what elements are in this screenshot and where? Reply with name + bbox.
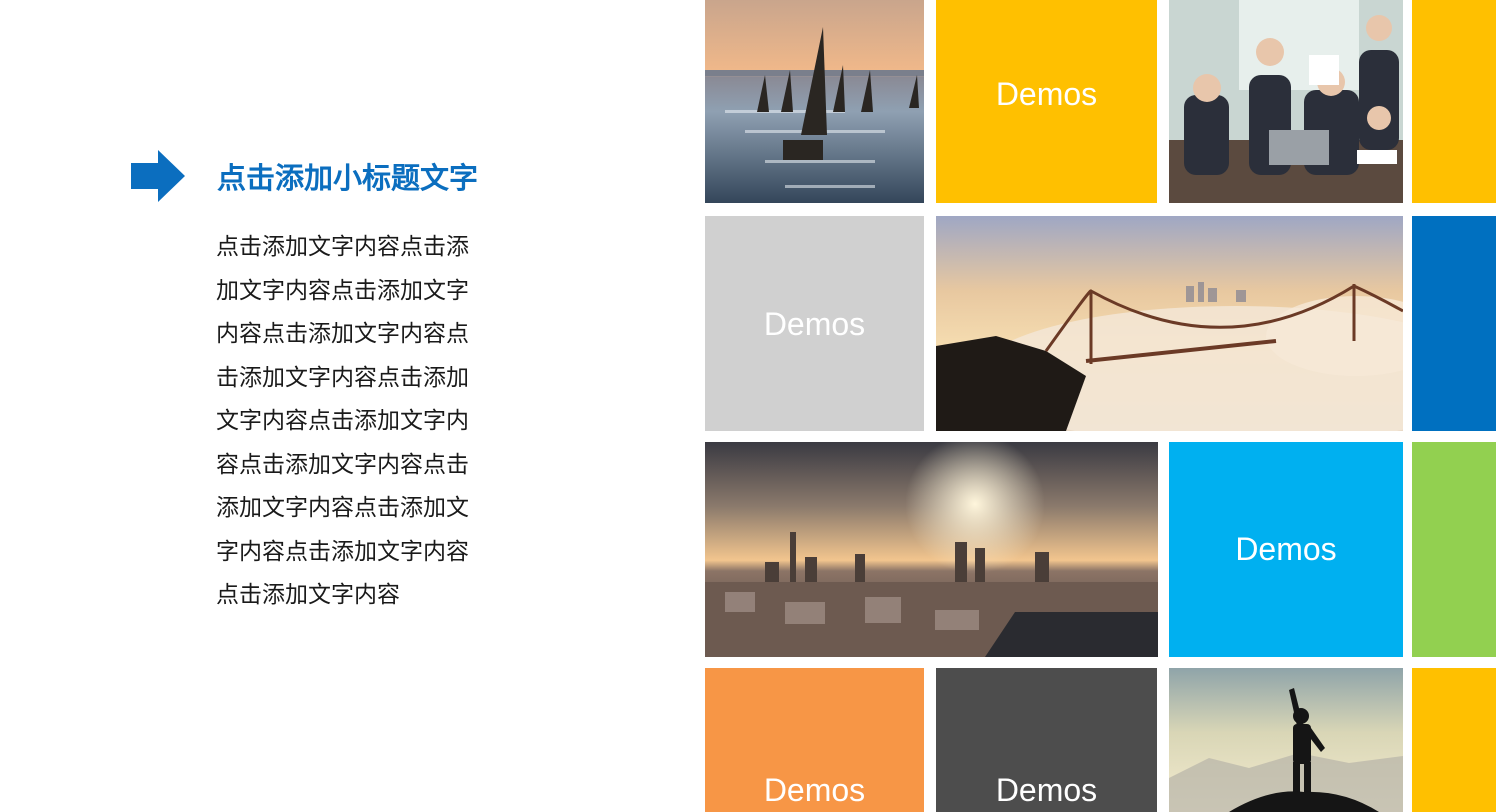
body-line: 加文字内容点击添加文字: [216, 277, 469, 304]
demos-tile-yellow[interactable]: Demos: [936, 0, 1157, 203]
yellow-edge-tile: [1412, 0, 1496, 203]
bridge-in-clouds-photo: [936, 216, 1403, 431]
green-edge-tile: [1412, 442, 1496, 657]
tile-label: Demos: [995, 772, 1098, 808]
tile-label: Demos: [763, 772, 866, 808]
subtitle: 点击添加小标题文字: [217, 161, 479, 195]
tile-label: Demos: [763, 306, 866, 342]
body-line: 内容点击添加文字内容点: [216, 321, 469, 347]
city-skyline-sunset-photo: [705, 442, 1158, 657]
tile-label: Demos: [995, 76, 1098, 112]
sailboats-photo: [705, 0, 924, 203]
body-text: 点击添加文字内容点击添 加文字内容点击添加文字 内容点击添加文字内容点 击添加文…: [216, 226, 488, 618]
body-line: 点击添加文字内容: [216, 582, 400, 608]
yellow-edge-tile-bottom: [1412, 668, 1496, 812]
body-line: 点击添加文字内容点击添: [216, 234, 469, 260]
demos-tile-blue[interactable]: Demos: [1169, 442, 1403, 657]
demos-tile-dark[interactable]: Demos: [936, 668, 1157, 812]
blue-edge-tile: [1412, 216, 1496, 431]
arrow-right-icon: [131, 150, 185, 202]
body-line: 文字内容点击添加文字内: [216, 408, 469, 434]
business-meeting-photo: [1169, 0, 1403, 203]
body-line: 字内容点击添加文字内容: [216, 538, 469, 565]
body-line: 添加文字内容点击添加文: [216, 495, 469, 521]
demos-tile-gray[interactable]: Demos: [705, 216, 924, 431]
body-line: 容点击添加文字内容点击: [216, 451, 469, 478]
demos-tile-orange[interactable]: Demos: [705, 668, 924, 812]
body-line: 击添加文字内容点击添加: [216, 364, 469, 391]
tile-label: Demos: [1235, 531, 1337, 567]
summit-silhouette-photo: [1169, 668, 1403, 812]
